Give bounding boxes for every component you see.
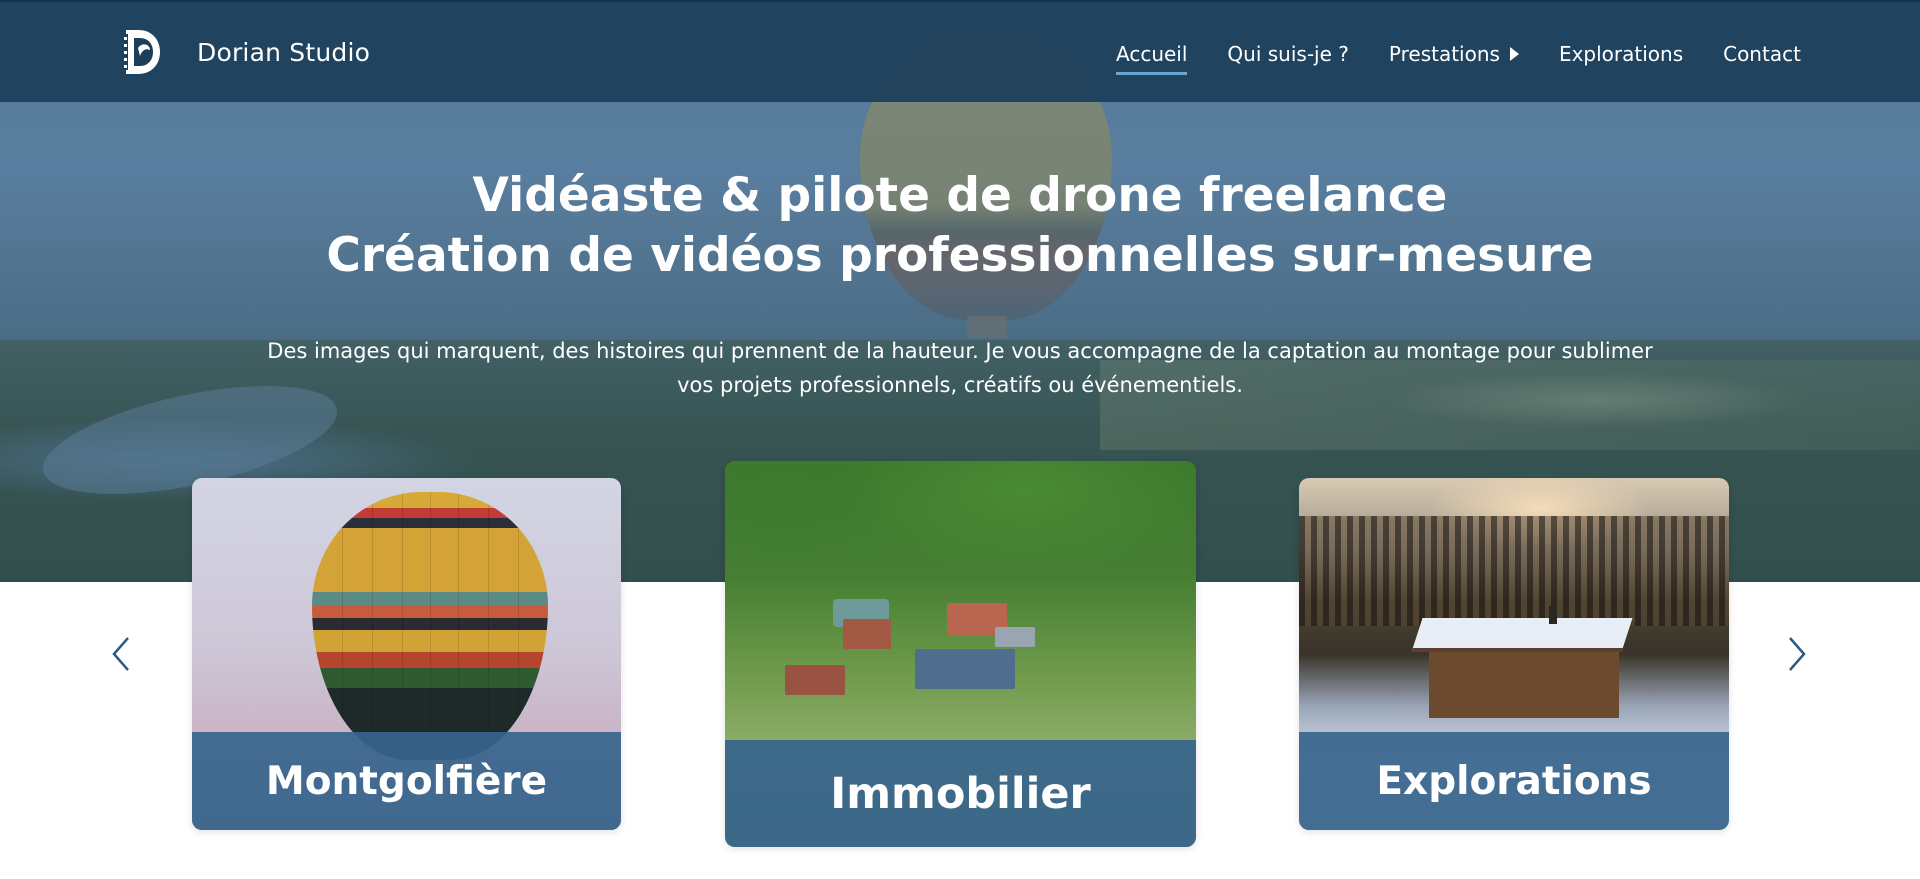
card-label: Montgolfière (265, 758, 548, 804)
nav-accueil[interactable]: Accueil (1116, 42, 1188, 75)
card-explorations[interactable]: Explorations (1299, 478, 1729, 830)
forest-trees (1299, 516, 1729, 626)
hero-subtitle-line2: vos projets professionnels, créatifs ou … (677, 373, 1243, 397)
nav-qui-suis-je[interactable]: Qui suis-je ? (1227, 42, 1348, 66)
site-header: Dorian Studio Accueil Qui suis-je ? Pres… (0, 0, 1920, 102)
farm-roof (785, 665, 845, 695)
nav-contact[interactable]: Contact (1723, 42, 1801, 66)
hero-title-line2: Création de vidéos professionnelles sur-… (326, 228, 1594, 283)
chevron-right-icon[interactable] (1784, 634, 1810, 674)
card-label: Explorations (1376, 758, 1652, 804)
hero-title-line1: Vidéaste & pilote de drone freelance (472, 168, 1448, 223)
farm-roof (915, 649, 1015, 689)
chevron-left-icon[interactable] (108, 634, 134, 674)
card-montgolfiere[interactable]: Montgolfière (192, 478, 621, 830)
farm-roof (995, 627, 1035, 647)
hero-subtitle: Des images qui marquent, des histoires q… (200, 334, 1720, 402)
hero-subtitle-line1: Des images qui marquent, des histoires q… (267, 339, 1653, 363)
main-nav: Accueil Qui suis-je ? Prestations Explor… (1116, 42, 1801, 75)
cabin-roof (1411, 618, 1633, 652)
nav-prestations-label: Prestations (1388, 42, 1500, 66)
card-band: Montgolfière (192, 732, 621, 830)
nav-explorations[interactable]: Explorations (1559, 42, 1683, 66)
caret-right-icon (1509, 47, 1519, 61)
cabin-chimney (1549, 606, 1557, 624)
card-band: Explorations (1299, 732, 1729, 830)
nav-prestations[interactable]: Prestations (1389, 42, 1519, 66)
balloon-envelope (312, 492, 548, 760)
card-immobilier[interactable]: Immobilier (725, 461, 1196, 847)
film-d-logo-icon[interactable] (122, 28, 162, 76)
farm-roof (843, 619, 891, 649)
card-label: Immobilier (830, 768, 1091, 819)
brand-name[interactable]: Dorian Studio (197, 38, 370, 67)
card-band: Immobilier (725, 740, 1196, 847)
